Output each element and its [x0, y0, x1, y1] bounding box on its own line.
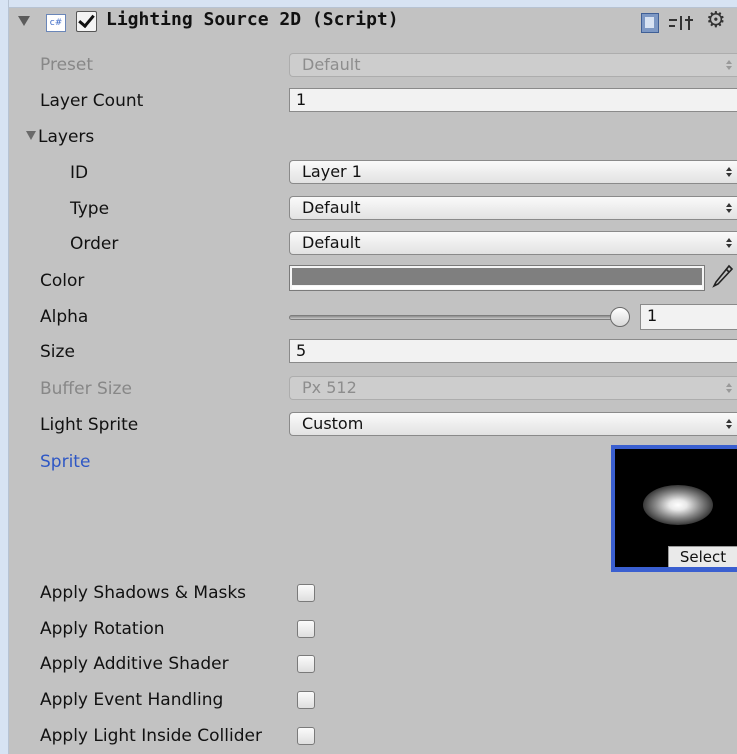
dropdown-arrows-icon [726, 419, 732, 430]
preset-icon[interactable] [668, 14, 694, 32]
color-picker-icon[interactable] [709, 263, 735, 291]
component-title: Lighting Source 2D (Script) [106, 9, 399, 30]
order-label: Order [70, 234, 119, 254]
sprite-select-button[interactable]: Select [668, 546, 737, 567]
light-sprite-label: Light Sprite [40, 415, 139, 435]
type-value: Default [302, 198, 361, 217]
dropdown-arrows-icon [726, 167, 732, 178]
alpha-slider-thumb[interactable] [610, 307, 630, 327]
buffer-size-label: Buffer Size [40, 379, 132, 399]
toggle-label-rotation: Apply Rotation [40, 619, 165, 639]
preset-label: Preset [40, 55, 94, 75]
light-sprite-dropdown[interactable]: Custom [289, 412, 737, 436]
component-enabled-checkbox[interactable] [76, 11, 97, 32]
alpha-slider-track[interactable] [289, 315, 621, 320]
script-icon: c# [46, 14, 66, 32]
dropdown-arrows-icon [726, 203, 732, 214]
toggle-checkbox-events[interactable] [297, 691, 315, 709]
id-value: Layer 1 [302, 162, 362, 181]
type-dropdown[interactable]: Default [289, 196, 737, 220]
buffer-size-dropdown: Px 512 [289, 376, 737, 400]
layer-count-field[interactable]: 1 [289, 88, 737, 112]
help-icon[interactable] [641, 13, 659, 33]
sprite-glow-image [643, 485, 713, 525]
alpha-field[interactable]: 1 [640, 304, 737, 330]
color-swatch [292, 268, 702, 285]
order-value: Default [302, 233, 361, 252]
alpha-label: Alpha [40, 307, 89, 327]
dropdown-arrows-icon [726, 60, 732, 71]
color-alpha-bar [292, 286, 702, 289]
toggle-checkbox-inside-collider[interactable] [297, 727, 315, 745]
id-dropdown[interactable]: Layer 1 [289, 160, 737, 184]
toggle-checkbox-shadows[interactable] [297, 584, 315, 602]
toggle-label-events: Apply Event Handling [40, 690, 224, 710]
gear-icon[interactable]: ⚙ [706, 10, 726, 32]
sprite-label: Sprite [40, 452, 91, 472]
color-field[interactable] [289, 265, 705, 291]
dropdown-arrows-icon [726, 383, 732, 394]
light-sprite-value: Custom [302, 414, 364, 433]
buffer-size-value: Px 512 [302, 378, 357, 397]
sprite-object-field[interactable]: Select [611, 445, 737, 572]
toggle-label-shadows: Apply Shadows & Masks [40, 583, 247, 603]
order-dropdown[interactable]: Default [289, 231, 737, 255]
color-label: Color [40, 271, 85, 291]
layers-label[interactable]: Layers [38, 127, 94, 147]
type-label: Type [70, 199, 110, 219]
inspector-panel: c# Lighting Source 2D (Script) ⚙ Preset … [0, 0, 737, 754]
toggle-label-inside-collider: Apply Light Inside Collider [40, 726, 262, 746]
sprite-preview: Select [615, 449, 737, 567]
layers-foldout-arrow-icon[interactable] [26, 131, 36, 140]
toggle-label-additive: Apply Additive Shader [40, 654, 229, 674]
top-edge [0, 0, 737, 8]
toggle-checkbox-rotation[interactable] [297, 620, 315, 638]
left-edge [0, 0, 9, 754]
toggle-checkbox-additive[interactable] [297, 655, 315, 673]
layer-count-label: Layer Count [40, 91, 144, 111]
size-field[interactable]: 5 [289, 339, 737, 363]
id-label: ID [70, 163, 89, 183]
preset-value: Default [302, 55, 361, 74]
dropdown-arrows-icon [726, 238, 732, 249]
component-foldout-arrow-icon[interactable] [18, 16, 30, 26]
size-label: Size [40, 342, 75, 362]
preset-dropdown: Default [289, 53, 737, 77]
